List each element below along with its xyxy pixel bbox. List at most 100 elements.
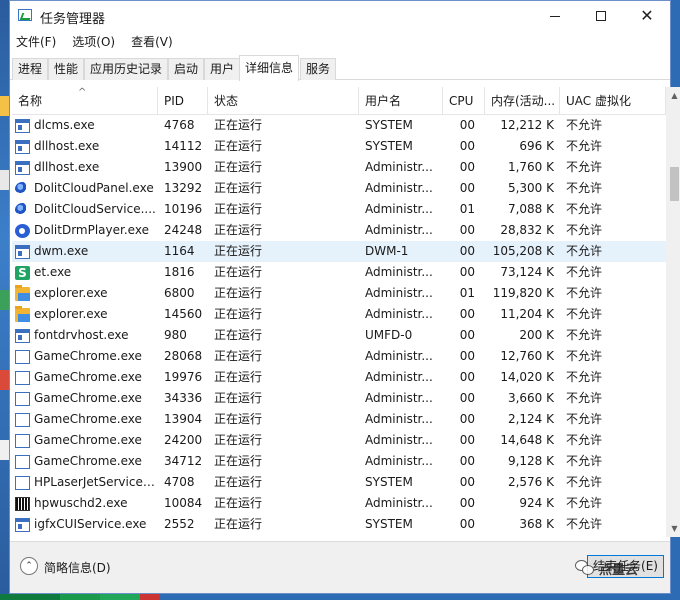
cell-status: 正在运行 [214, 202, 263, 216]
column-header-username[interactable]: 用户名 [359, 87, 443, 114]
table-row[interactable]: DolitCloudService.... 10196 正在运行 Administr.… [12, 199, 666, 220]
table-row[interactable]: HPLaserJetService.... 4708 正在运行 SYSTEM 00 2,5… [12, 472, 666, 493]
table-row[interactable]: explorer.exe 6800 正在运行 Administr... 01 119,82… [12, 283, 666, 304]
fewer-details-link[interactable]: 简略信息(D) [44, 559, 111, 576]
column-header-uac[interactable]: UAC 虚拟化 [560, 87, 666, 114]
cell-status: 正在运行 [214, 496, 263, 510]
process-name: igfxEM.exe [34, 535, 99, 537]
desktop-icon [0, 370, 9, 390]
scroll-up-icon[interactable]: ▲ [666, 87, 680, 104]
cell-cpu: 00 [459, 328, 475, 342]
process-name: igfxCUIService.exe [34, 517, 147, 531]
cell-memory: 924 K [519, 496, 554, 510]
cell-name: GameChrome.exe [12, 346, 158, 367]
table-row[interactable]: GameChrome.exe 28068 正在运行 Administr... 00 12,… [12, 346, 666, 367]
folder-icon [15, 284, 30, 301]
cell-status: 正在运行 [214, 412, 263, 426]
menu-file[interactable]: 文件(F) [10, 32, 62, 52]
table-row[interactable]: GameChrome.exe 34336 正在运行 Administr... 00 3,6… [12, 388, 666, 409]
process-name: dllhost.exe [34, 139, 100, 153]
scrollbar-thumb[interactable] [670, 167, 679, 201]
cell-pid: 13900 [164, 160, 203, 174]
cell-cpu: 00 [459, 475, 475, 489]
tab-performance[interactable]: 性能 [48, 58, 85, 80]
cell-memory: 28,832 K [500, 223, 554, 237]
table-row[interactable]: dwm.exe 1164 正在运行 DWM-1 00 105,208 K 不允许 [12, 241, 666, 262]
table-row[interactable]: hpwuschd2.exe 10084 正在运行 Administr... 00 924 … [12, 493, 666, 514]
menu-options[interactable]: 选项(O) [66, 32, 121, 52]
table-row[interactable]: DolitCloudPanel.exe 13292 正在运行 Administr...… [12, 178, 666, 199]
cell-username: Administr... [365, 433, 433, 447]
scroll-down-icon[interactable]: ▼ [666, 520, 680, 537]
tab-processes[interactable]: 进程 [12, 58, 49, 80]
process-name: explorer.exe [34, 286, 108, 300]
window-title: 任务管理器 [40, 12, 106, 27]
menu-bar: 文件(F) 选项(O) 查看(V) [10, 32, 670, 52]
desktop-icon [0, 170, 9, 190]
cell-name: hpwuschd2.exe [12, 493, 158, 514]
cell-cpu: 01 [459, 286, 475, 300]
table-row[interactable]: dllhost.exe 13900 正在运行 Administr... 00 1,760 … [12, 157, 666, 178]
table-row[interactable]: explorer.exe 14560 正在运行 Administr... 00 11,20… [12, 304, 666, 325]
table-row[interactable]: GameChrome.exe 19976 正在运行 Administr... 00 14,… [12, 367, 666, 388]
table-row[interactable]: Set.exe 1816 正在运行 Administr... 00 73,124 K 不允许 [12, 262, 666, 283]
table-row[interactable]: fontdrvhost.exe 980 正在运行 UMFD-0 00 200 K 不允许 [12, 325, 666, 346]
blank-window-icon [15, 412, 30, 427]
cell-name: igfxEM.exe [12, 535, 158, 537]
process-name: dlcms.exe [34, 118, 95, 132]
cell-username: SYSTEM [365, 139, 413, 153]
cell-name: fontdrvhost.exe [12, 325, 158, 346]
vertical-scrollbar[interactable]: ▲ ▼ [666, 87, 680, 537]
close-button[interactable]: ✕ [624, 1, 670, 31]
watermark: 点量云 [575, 557, 675, 579]
cell-memory: 200 K [519, 328, 554, 342]
table-row[interactable]: igfxCUIService.exe 2552 正在运行 SYSTEM 00 368 K 不… [12, 514, 666, 535]
title-bar[interactable]: 任务管理器 ✕ [10, 1, 670, 31]
cell-name: explorer.exe [12, 304, 158, 325]
cell-username: Administr... [365, 265, 433, 279]
cell-pid: 980 [164, 328, 187, 342]
dolit-cloud-icon [15, 202, 30, 217]
table-row[interactable]: dllhost.exe 14112 正在运行 SYSTEM 00 696 K 不允许 [12, 136, 666, 157]
cell-name: GameChrome.exe [12, 430, 158, 451]
tab-services[interactable]: 服务 [300, 58, 337, 80]
cell-uac: 不允许 [566, 517, 603, 531]
tab-users[interactable]: 用户 [204, 58, 241, 80]
desktop-icon [0, 440, 9, 460]
process-name: dwm.exe [34, 244, 89, 258]
cell-username: SYSTEM [365, 475, 413, 489]
table-row[interactable]: dlcms.exe 4768 正在运行 SYSTEM 00 12,212 K 不允许 [12, 115, 666, 136]
cell-memory: 5,300 K [507, 181, 554, 195]
table-row[interactable]: GameChrome.exe 13904 正在运行 Administr... 00 2,1… [12, 409, 666, 430]
chevron-up-icon[interactable]: ⌃ [20, 557, 38, 575]
cell-pid: 19976 [164, 370, 203, 384]
sort-ascending-icon: ^ [78, 87, 87, 98]
cell-name: dlcms.exe [12, 115, 158, 136]
cell-status: 正在运行 [214, 475, 263, 489]
et-icon: S [15, 265, 30, 280]
minimize-button[interactable] [532, 1, 578, 31]
table-body: dlcms.exe 4768 正在运行 SYSTEM 00 12,212 K 不允许 dllh… [12, 115, 666, 537]
cell-uac: 不允许 [566, 349, 603, 363]
table-row[interactable]: igfxEM.exe 5484正在运行Administr...001,172 K不… [12, 535, 666, 537]
table-row[interactable]: DolitDrmPlayer.exe 24248 正在运行 Administr... 0… [12, 220, 666, 241]
cell-pid: 24248 [164, 223, 203, 237]
tab-app-history[interactable]: 应用历史记录 [84, 58, 169, 80]
column-header-cpu[interactable]: CPU [443, 87, 485, 114]
cell-status: 正在运行 [214, 286, 263, 300]
column-header-memory[interactable]: 内存(活动... [485, 87, 560, 114]
column-header-pid[interactable]: PID [158, 87, 208, 114]
table-row[interactable]: GameChrome.exe 34712 正在运行 Administr... 00 9,1… [12, 451, 666, 472]
menu-view[interactable]: 查看(V) [125, 32, 179, 52]
column-header-status[interactable]: 状态 [208, 87, 359, 114]
cell-cpu: 00 [459, 412, 475, 426]
column-header-name[interactable]: ^ 名称 [12, 87, 158, 114]
cell-name: HPLaserJetService.... [12, 472, 158, 493]
tab-details[interactable]: 详细信息 [239, 55, 300, 81]
task-manager-icon [18, 9, 32, 21]
maximize-button[interactable] [578, 1, 624, 31]
tab-startup[interactable]: 启动 [168, 58, 205, 80]
table-row[interactable]: GameChrome.exe 24200 正在运行 Administr... 00 14,… [12, 430, 666, 451]
cell-name: Set.exe [12, 262, 158, 283]
cell-uac: 不允许 [566, 412, 603, 426]
